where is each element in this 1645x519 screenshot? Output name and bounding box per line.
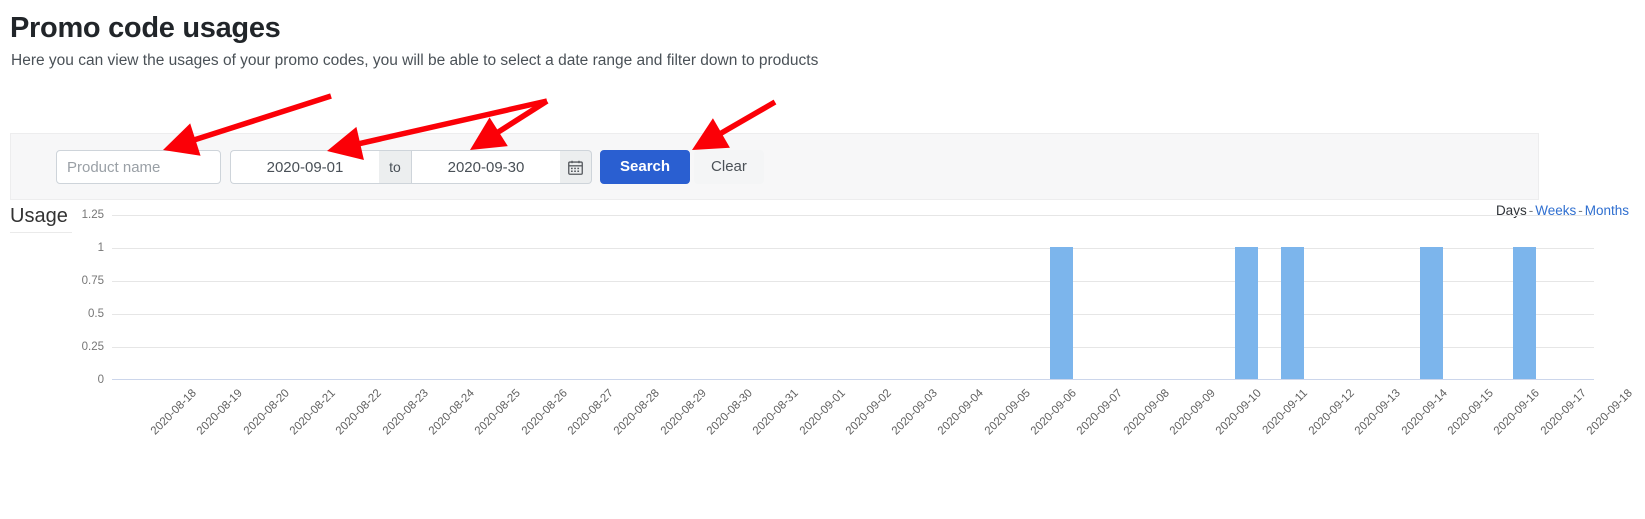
chart-bar[interactable] — [1420, 247, 1444, 379]
y-axis-tick: 0 — [97, 374, 104, 386]
x-axis-tick: 2020-09-10 — [1214, 387, 1265, 438]
x-axis-tick: 2020-09-02 — [843, 387, 894, 438]
x-axis-tick: 2020-09-07 — [1075, 387, 1126, 438]
date-from-input[interactable] — [230, 150, 379, 184]
filter-panel: to Sear — [10, 133, 1539, 200]
y-axis-tick: 1 — [97, 242, 104, 254]
x-axis-tick: 2020-09-08 — [1121, 387, 1172, 438]
x-axis-tick: 2020-08-27 — [565, 387, 616, 438]
x-axis-tick: 2020-09-06 — [1028, 387, 1079, 438]
x-axis-tick: 2020-08-21 — [287, 387, 338, 438]
x-axis-tick: 2020-08-18 — [148, 387, 200, 438]
x-axis-tick: 2020-09-01 — [797, 387, 848, 438]
gridline — [112, 281, 1594, 282]
x-axis-tick: 2020-09-17 — [1538, 387, 1589, 438]
calendar-icon[interactable] — [560, 150, 592, 184]
y-axis-tick: 0.25 — [81, 341, 104, 353]
chart-bar[interactable] — [1235, 247, 1259, 379]
search-button[interactable]: Search — [600, 150, 691, 184]
date-range-separator: to — [379, 150, 411, 184]
x-axis-line — [112, 379, 1594, 380]
y-axis-tick: 0.5 — [88, 308, 104, 320]
promo-code-usages-page: Promo code usages Here you can view the … — [0, 0, 1645, 519]
x-axis-tick: 2020-09-14 — [1399, 387, 1450, 438]
x-axis-tick: 2020-08-23 — [380, 387, 431, 438]
gridline — [112, 347, 1594, 348]
y-axis-tick: 1.25 — [81, 209, 104, 221]
x-axis-tick: 2020-08-24 — [426, 387, 477, 438]
x-axis-tick: 2020-09-12 — [1306, 387, 1357, 438]
clear-button[interactable]: Clear — [694, 150, 764, 184]
x-axis-tick: 2020-08-28 — [612, 387, 663, 438]
x-axis-tick: 2020-09-11 — [1260, 387, 1310, 437]
chart-plot-area — [112, 215, 1594, 380]
x-axis-labels: 2020-08-18 2020-08-19 2020-08-20 2020-08-21… — [112, 383, 1645, 473]
gridline — [112, 215, 1594, 216]
x-axis-tick: 2020-09-18 — [1584, 387, 1635, 438]
x-axis-tick: 2020-08-30 — [704, 387, 755, 438]
page-title: Promo code usages — [10, 12, 281, 44]
chart-bar[interactable] — [1513, 247, 1537, 379]
x-axis-tick: 2020-09-03 — [889, 387, 941, 438]
x-axis-tick: 2020-08-29 — [658, 387, 709, 438]
product-name-input[interactable] — [56, 150, 221, 184]
x-axis-tick: 2020-09-04 — [936, 387, 987, 438]
x-axis-tick: 2020-09-13 — [1353, 387, 1404, 438]
x-axis-tick: 2020-09-05 — [982, 387, 1033, 438]
x-axis-tick: 2020-08-25 — [473, 387, 524, 438]
chart-bar[interactable] — [1281, 247, 1305, 379]
gridline — [112, 248, 1594, 249]
x-axis-tick: 2020-08-20 — [241, 387, 292, 438]
x-axis-tick: 2020-08-26 — [519, 387, 570, 438]
filter-form: to Sear — [56, 150, 764, 184]
x-axis-tick: 2020-09-16 — [1492, 387, 1543, 438]
page-subtitle: Here you can view the usages of your pro… — [11, 52, 819, 69]
x-axis-tick: 2020-08-19 — [195, 387, 246, 438]
y-axis-tick: 0.75 — [81, 275, 104, 287]
date-range-group: to — [230, 150, 592, 184]
usage-bar-chart: 1.25 1 0.75 0.5 0.25 0 2020-08-18 2020-08-19 20… — [0, 209, 1645, 475]
chart-bar[interactable] — [1049, 247, 1073, 379]
x-axis-tick: 2020-09-15 — [1445, 387, 1496, 438]
gridline — [112, 314, 1594, 315]
date-to-input[interactable] — [411, 150, 560, 184]
y-axis-labels: 1.25 1 0.75 0.5 0.25 0 — [0, 209, 104, 386]
x-axis-tick: 2020-08-31 — [751, 387, 802, 438]
x-axis-tick: 2020-08-22 — [334, 387, 385, 438]
x-axis-tick: 2020-09-09 — [1167, 387, 1218, 438]
